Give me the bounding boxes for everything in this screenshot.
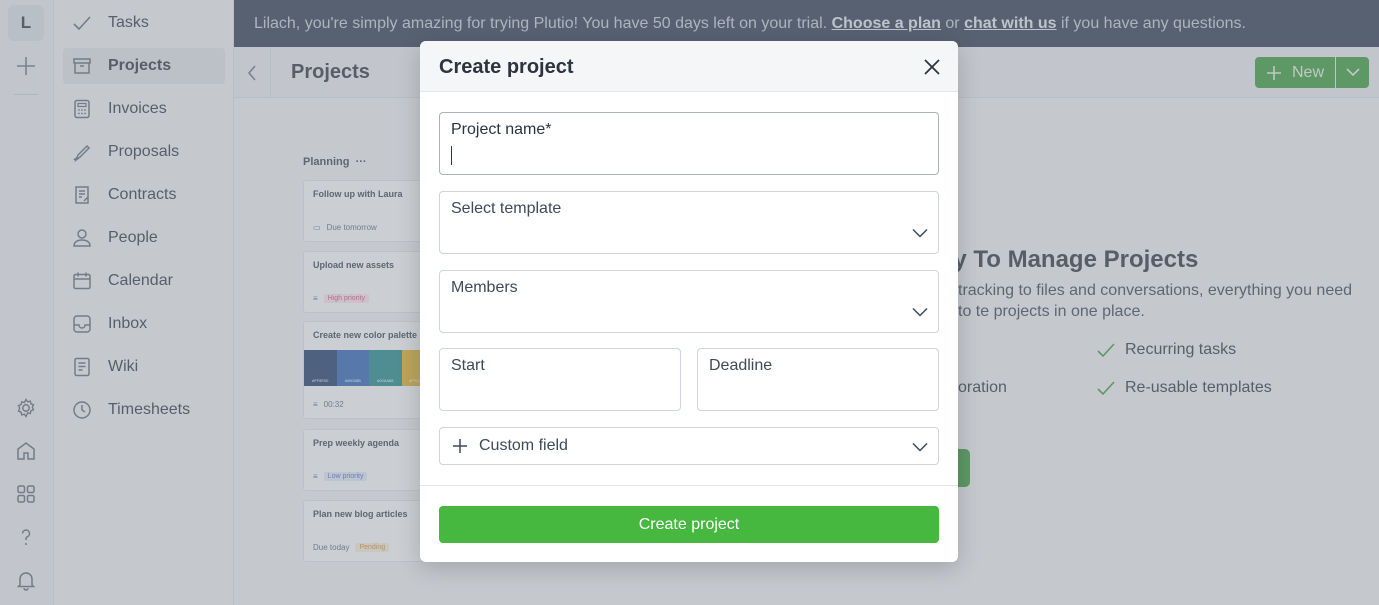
chevron-down-icon bbox=[912, 228, 928, 238]
project-name-field[interactable]: Project name* bbox=[439, 112, 939, 175]
create-project-button[interactable]: Create project bbox=[439, 506, 939, 543]
create-project-modal: Create project Project name* Select temp… bbox=[420, 41, 958, 562]
start-date-field[interactable]: Start bbox=[439, 348, 681, 411]
members-label: Members bbox=[451, 279, 518, 296]
modal-header: Create project bbox=[420, 41, 958, 92]
modal-divider bbox=[420, 485, 958, 486]
template-select[interactable]: Select template bbox=[439, 191, 939, 254]
plus-icon bbox=[453, 439, 467, 453]
template-label: Select template bbox=[451, 200, 562, 217]
chevron-down-icon bbox=[912, 442, 928, 452]
members-select[interactable]: Members bbox=[439, 270, 939, 333]
chevron-down-icon bbox=[912, 307, 928, 317]
modal-title: Create project bbox=[439, 56, 574, 78]
deadline-field[interactable]: Deadline bbox=[697, 348, 939, 411]
deadline-label: Deadline bbox=[709, 357, 773, 374]
custom-field-button[interactable]: Custom field bbox=[439, 427, 939, 465]
start-label: Start bbox=[451, 357, 485, 374]
project-name-label: Project name* bbox=[451, 121, 552, 138]
close-icon[interactable] bbox=[922, 57, 942, 77]
custom-field-label: Custom field bbox=[479, 437, 568, 454]
text-cursor bbox=[451, 146, 452, 165]
